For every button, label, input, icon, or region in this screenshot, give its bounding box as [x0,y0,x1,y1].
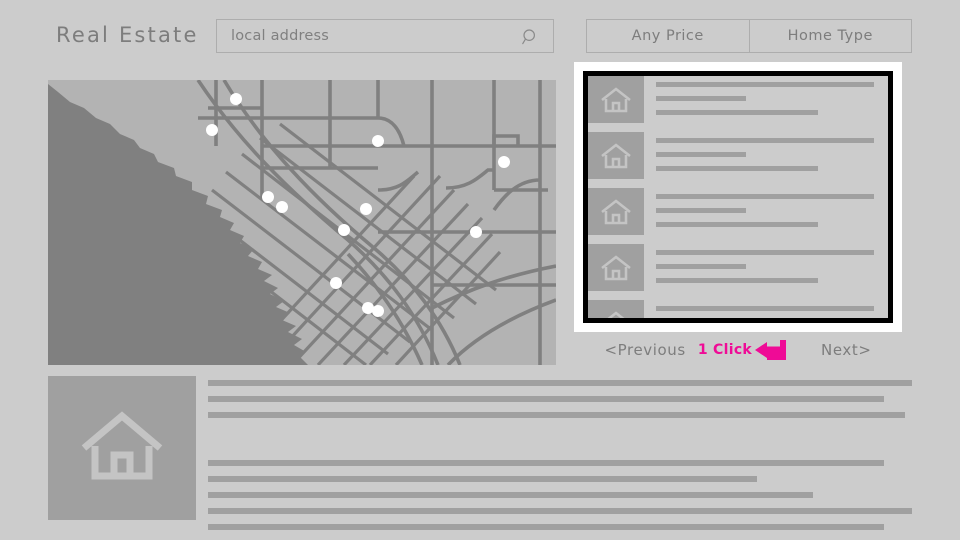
listings-highlight-frame [583,71,893,323]
placeholder-bar [656,194,875,199]
listing-text-placeholder [644,244,888,292]
placeholder-bar [656,320,746,323]
placeholder-bar [656,222,819,227]
filter-any-price[interactable]: Any Price [587,20,749,52]
list-item[interactable] [588,244,888,300]
click-annotation-label: 1 Click [697,342,753,358]
placeholder-bar [656,152,747,157]
placeholder-bar [656,110,819,115]
list-item[interactable] [588,188,888,244]
filter-bar: Any Price Home Type [586,19,912,53]
listing-thumbnail [588,76,644,123]
map-canvas [48,80,556,365]
placeholder-bar [656,96,747,101]
listing-thumbnail [588,300,644,318]
placeholder-bar [208,508,912,514]
list-item[interactable] [588,132,888,188]
arrow-left-enter-icon [755,340,787,360]
placeholder-bar [656,82,875,87]
placeholder-bar [656,138,875,143]
placeholder-bar [208,460,884,466]
detail-text-placeholder [208,376,912,530]
search-icon[interactable] [522,28,540,46]
listing-thumbnail [588,188,644,235]
click-annotation: 1 Click [698,339,787,361]
placeholder-bar [208,412,905,418]
home-icon [606,310,626,318]
placeholder-bar [208,476,758,482]
placeholder-bar [208,380,912,386]
real-estate-wireframe: Real Estate local address Any Price Home… [0,0,960,540]
placeholder-bar [656,166,819,171]
listing-text-placeholder [644,132,888,180]
next-page-link[interactable]: Next> [821,341,872,359]
home-icon [601,86,631,112]
list-item[interactable] [588,300,888,323]
previous-page-link[interactable]: <Previous [604,341,685,359]
listing-text-placeholder [644,76,888,124]
placeholder-bar [208,396,884,402]
listing-text-placeholder [644,188,888,236]
placeholder-bar [656,264,747,269]
list-item[interactable] [588,76,888,132]
listing-thumbnail [588,132,644,179]
home-icon [601,198,631,224]
placeholder-bar [208,492,814,498]
placeholder-bar [208,524,884,530]
listings-panel[interactable] [574,62,902,332]
placeholder-bar [656,250,875,255]
listing-text-placeholder [644,300,888,323]
placeholder-bar [656,278,819,283]
listing-thumbnail [588,244,644,291]
home-icon [601,254,631,280]
page-title: Real Estate [56,23,199,47]
home-icon [601,142,631,168]
home-icon [81,411,163,480]
filter-home-type[interactable]: Home Type [748,20,912,52]
placeholder-bar [656,208,747,213]
map-view[interactable] [48,80,556,365]
search-placeholder: local address [231,28,329,44]
detail-thumbnail[interactable] [48,376,196,520]
placeholder-bar [656,306,875,311]
search-input[interactable]: local address [216,19,554,53]
pagination: <Previous 1 Click Next> [574,338,902,362]
